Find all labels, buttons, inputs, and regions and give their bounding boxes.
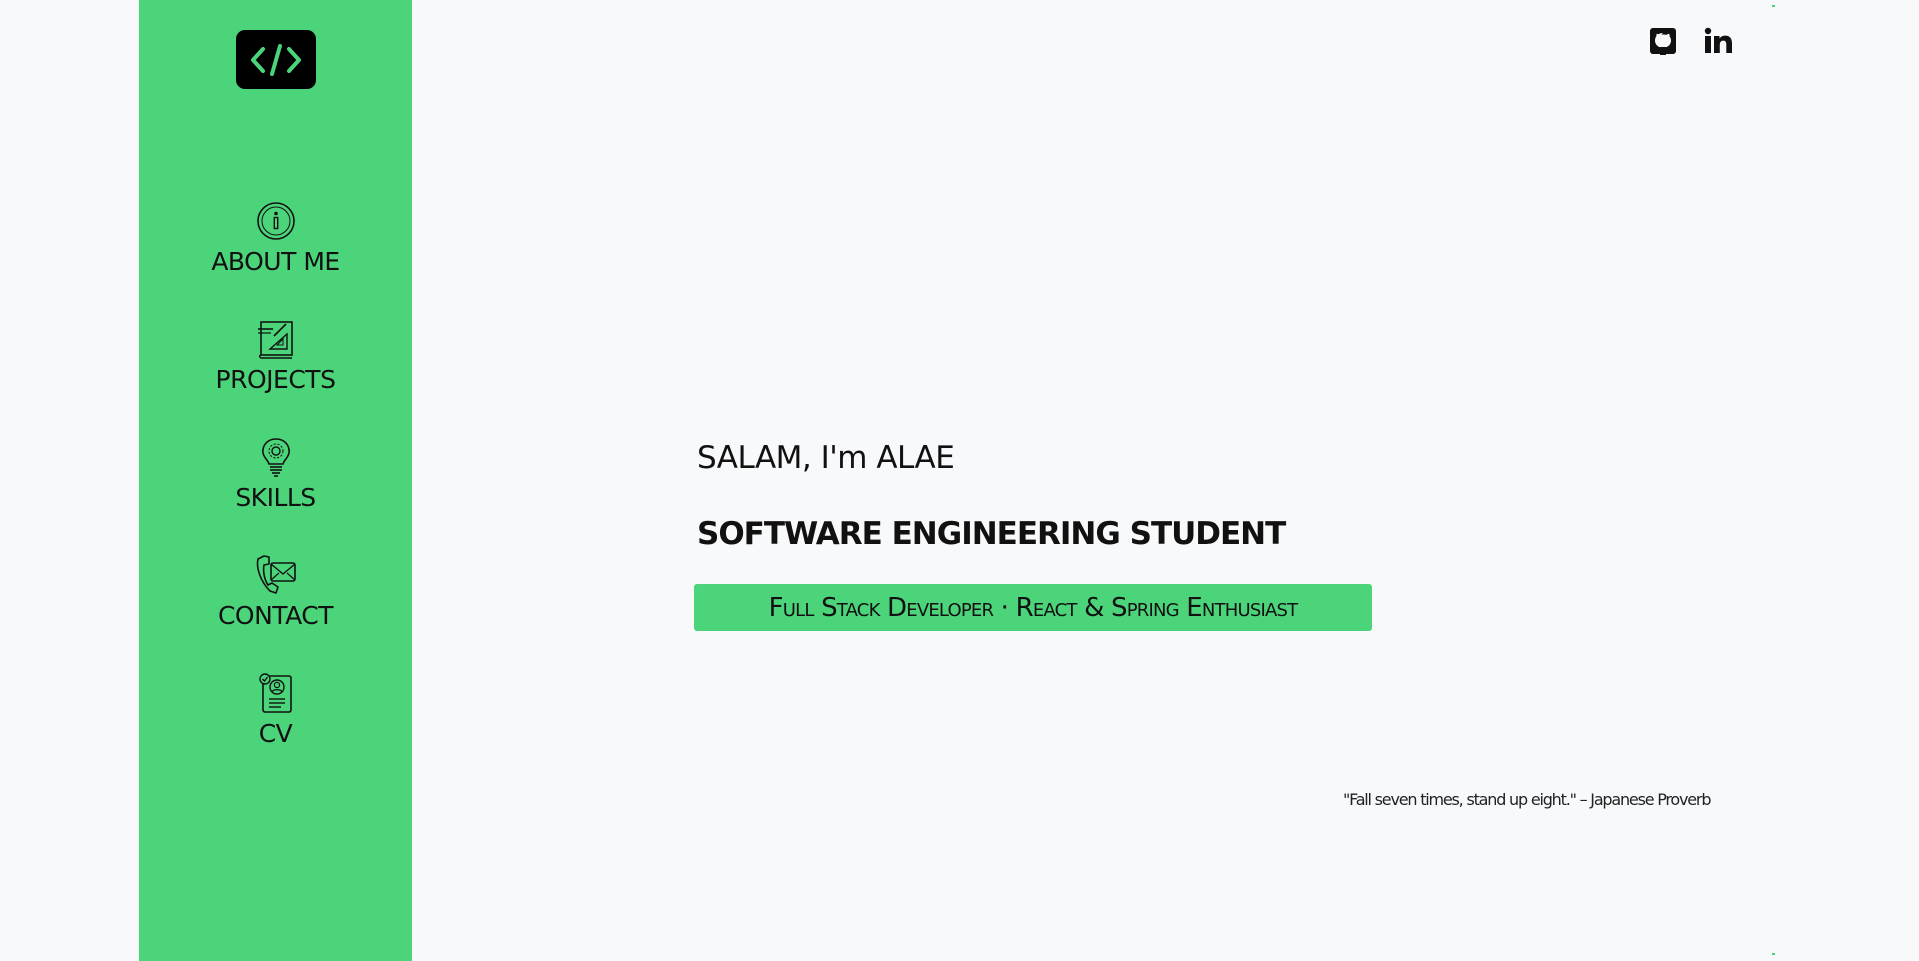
lightbulb-gear-icon (254, 435, 298, 479)
sidebar-item-label: CONTACT (217, 601, 334, 630)
blueprint-icon (254, 317, 298, 361)
hero-tagline: Full Stack Developer · React & Spring En… (694, 584, 1372, 631)
sidebar: ABOUT ME PROJECTS SKILLS CONTACT CV (139, 0, 412, 961)
resume-icon (254, 671, 298, 715)
sidebar-item-label: PROJECTS (215, 365, 336, 394)
sidebar-item-about-me[interactable]: ABOUT ME (139, 199, 412, 299)
info-icon (254, 199, 298, 243)
portfolio-page: ABOUT ME PROJECTS SKILLS CONTACT CV SALA… (0, 0, 1919, 961)
divider (1772, 5, 1775, 7)
sidebar-item-label: SKILLS (235, 483, 316, 512)
hero-greeting: SALAM, I'm ALAE (697, 440, 955, 476)
linkedin-icon (1704, 27, 1732, 53)
social-links (1648, 25, 1734, 57)
sidebar-item-contact[interactable]: CONTACT (139, 553, 412, 653)
hero-role: SOFTWARE ENGINEERING STUDENT (697, 516, 1286, 552)
phone-mail-icon (254, 553, 298, 597)
quote: "Fall seven times, stand up eight." – Ja… (1343, 790, 1711, 809)
sidebar-item-cv[interactable]: CV (139, 671, 412, 771)
sidebar-item-projects[interactable]: PROJECTS (139, 317, 412, 417)
divider (1772, 953, 1775, 955)
logo[interactable] (236, 30, 316, 89)
sidebar-item-label: ABOUT ME (211, 247, 340, 276)
sidebar-item-label: CV (258, 719, 293, 748)
sidebar-item-skills[interactable]: SKILLS (139, 435, 412, 535)
github-icon (1650, 28, 1676, 55)
github-link[interactable] (1648, 25, 1678, 57)
linkedin-link[interactable] (1704, 25, 1734, 57)
code-brackets-icon (251, 43, 301, 76)
